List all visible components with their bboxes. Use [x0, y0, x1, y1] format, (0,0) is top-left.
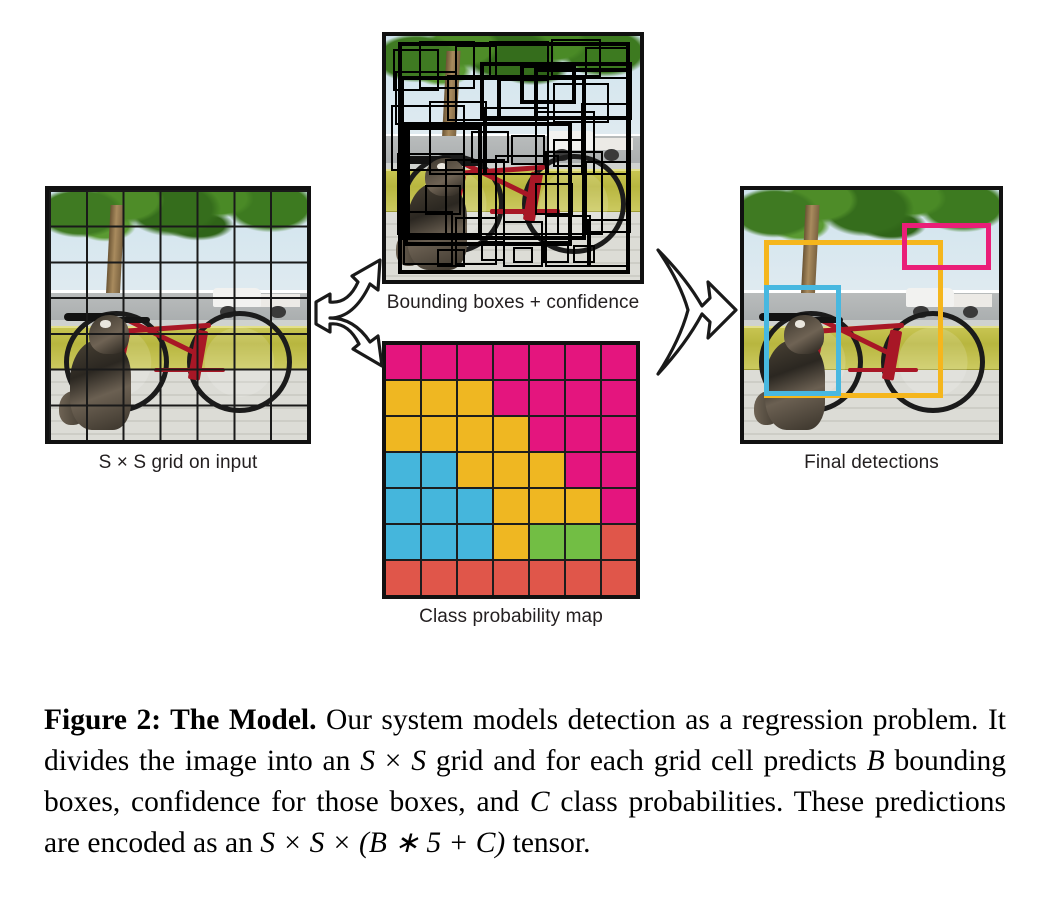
- photo-foliage: [386, 36, 640, 137]
- photo-dog: [58, 315, 136, 430]
- caption-math-s2: S: [411, 745, 427, 777]
- merge-arrow-icon: [656, 248, 738, 376]
- class-cell-floor: [386, 561, 420, 595]
- class-cell-car: [566, 525, 600, 559]
- dog-body: [406, 182, 467, 271]
- caption-body-2: grid and for each grid cell predicts: [426, 745, 867, 777]
- class-cell-car: [530, 525, 564, 559]
- class-cell-floor: [602, 525, 636, 559]
- caption-math-s1: S: [360, 745, 375, 777]
- class-cell-background: [602, 381, 636, 415]
- class-cell-background: [602, 345, 636, 379]
- caption-math-tensor: S × S × (B ∗ 5 + C): [260, 827, 506, 859]
- class-cell-background: [566, 453, 600, 487]
- caption-lead: Figure 2: The Model.: [44, 704, 317, 736]
- detection-boxes-overlay: [744, 190, 999, 440]
- dog-muzzle: [100, 320, 111, 328]
- dog-body: [70, 340, 131, 430]
- class-cell-dog: [422, 525, 456, 559]
- class-cell-background: [494, 381, 528, 415]
- class-cell-floor: [422, 561, 456, 595]
- class-cell-bicycle: [530, 453, 564, 487]
- class-cell-floor: [566, 561, 600, 595]
- class-cell-dog: [386, 453, 420, 487]
- detections-photo: [744, 190, 999, 440]
- photo-dog: [395, 158, 472, 271]
- class-cell-bicycle: [530, 489, 564, 523]
- class-cell-background: [530, 381, 564, 415]
- boxes-photo: [386, 36, 640, 280]
- figure-caption: Figure 2: The Model. Our system models d…: [44, 700, 1006, 864]
- class-cell-bicycle: [494, 453, 528, 487]
- class-cell-floor: [602, 561, 636, 595]
- class-cell-background: [530, 345, 564, 379]
- class-cell-background: [566, 381, 600, 415]
- class-cell-background: [602, 453, 636, 487]
- class-cell-background: [566, 345, 600, 379]
- detection-box-dog: [764, 285, 841, 397]
- class-cell-dog: [458, 489, 492, 523]
- input-image-frame: [45, 186, 311, 444]
- class-cell-background: [530, 417, 564, 451]
- final-detections-panel-label: Final detections: [804, 452, 939, 473]
- class-cell-background: [422, 345, 456, 379]
- caption-times-1: ×: [374, 745, 412, 777]
- class-cell-floor: [530, 561, 564, 595]
- class-cell-bicycle: [566, 489, 600, 523]
- class-cell-dog: [386, 525, 420, 559]
- class-cell-bicycle: [494, 525, 528, 559]
- class-cell-bicycle: [458, 381, 492, 415]
- caption-body-5: tensor.: [505, 827, 591, 859]
- input-photo: [49, 190, 307, 440]
- dog-muzzle: [436, 163, 447, 171]
- class-cell-floor: [458, 561, 492, 595]
- bounding-boxes-image-frame: [382, 32, 644, 284]
- class-cell-bicycle: [494, 417, 528, 451]
- class-cell-bicycle: [458, 417, 492, 451]
- caption-math-b: B: [866, 745, 885, 777]
- dog-head: [89, 315, 130, 355]
- class-cell-background: [566, 417, 600, 451]
- final-detections-image-frame: [740, 186, 1003, 444]
- class-cell-background: [602, 489, 636, 523]
- input-panel-label: S × S grid on input: [98, 452, 258, 473]
- class-map-panel-label: Class probability map: [419, 606, 603, 627]
- class-probability-grid: [382, 341, 640, 599]
- class-cell-bicycle: [386, 381, 420, 415]
- class-cell-dog: [458, 525, 492, 559]
- split-arrow-icon: [314, 258, 384, 368]
- class-cell-background: [602, 417, 636, 451]
- class-cell-dog: [422, 453, 456, 487]
- class-cell-bicycle: [422, 381, 456, 415]
- class-cell-dog: [422, 489, 456, 523]
- class-cell-background: [458, 345, 492, 379]
- caption-math-c: C: [529, 786, 550, 818]
- detection-box-car: [902, 222, 992, 270]
- class-cell-dog: [386, 489, 420, 523]
- dog-head: [425, 158, 466, 197]
- class-cell-background: [494, 345, 528, 379]
- bounding-boxes-panel-label: Bounding boxes + confidence: [386, 292, 640, 313]
- class-cell-bicycle: [494, 489, 528, 523]
- class-cell-bicycle: [386, 417, 420, 451]
- photo-foliage: [49, 190, 307, 293]
- class-cell-bicycle: [458, 453, 492, 487]
- class-cell-floor: [494, 561, 528, 595]
- class-cell-bicycle: [422, 417, 456, 451]
